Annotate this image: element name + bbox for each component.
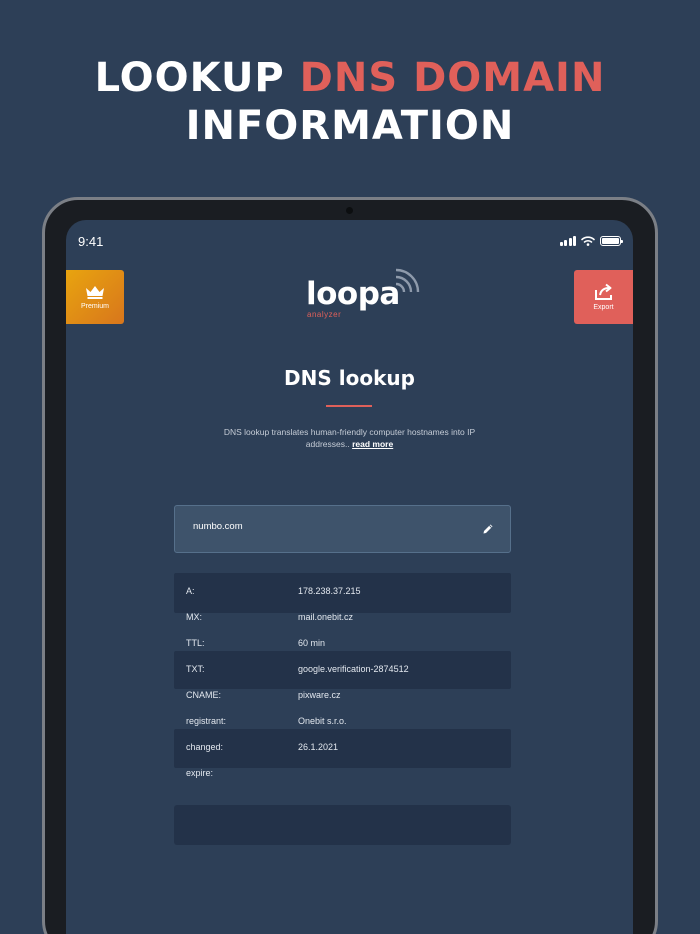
premium-button[interactable]: Premium [66,270,124,324]
description-text: DNS lookup translates human-friendly com… [223,427,476,449]
record-value: pixware.cz [298,690,341,700]
page-title: DNS lookup [284,366,415,390]
record-value: 60 min [298,638,326,648]
app-screen: 9:41 Premium Export loopa analyzer DNS l… [66,220,633,934]
share-icon [594,283,612,300]
record-row-registrant: registrant: Onebit s.r.o. [174,703,511,729]
battery-icon [600,236,623,246]
domain-value: numbo.com [193,521,243,532]
export-label: Export [593,304,614,311]
logo: loopa analyzer [306,268,426,326]
headline-line-2: INFORMATION [185,103,515,149]
status-icons [559,236,623,246]
record-key: MX: [186,612,203,622]
empty-record-bar [174,805,511,845]
headline-accent: DNS DOMAIN [299,55,606,101]
record-row-expire: expire: [174,755,511,781]
title-underline [326,405,372,407]
record-key: registrant: [186,716,227,726]
camera-dot [346,207,353,214]
record-key: CNAME: [186,690,222,700]
record-value: 178.238.37.215 [298,586,361,596]
logo-wordmark: loopa [306,276,400,312]
record-value: 26.1.2021 [298,742,339,752]
page-description: DNS lookup translates human-friendly com… [206,426,493,450]
record-key: TXT: [186,664,205,674]
crown-icon [86,286,104,299]
logo-subtitle: analyzer [307,310,342,319]
headline: LOOKUP DNS DOMAIN INFORMATION [0,54,700,150]
record-key: changed: [186,742,224,752]
export-button[interactable]: Export [574,270,633,324]
record-row-ttl: TTL: 60 min [174,625,511,651]
headline-text: LOOKUP [94,55,300,101]
pencil-icon[interactable] [482,523,494,535]
record-value: mail.onebit.cz [298,612,354,622]
premium-label: Premium [80,303,109,310]
status-time: 9:41 [78,234,104,249]
record-row-cname: CNAME: pixware.cz [174,677,511,703]
record-value: Onebit s.r.o. [298,716,347,726]
record-key: expire: [186,768,214,778]
wifi-icon [581,236,595,246]
record-row-mx: MX: mail.onebit.cz [174,599,511,625]
signal-waves-icon [395,268,420,293]
record-value: google.verification-2874512 [298,664,409,674]
dns-records-table: A: 178.238.37.215 MX: mail.onebit.cz TTL… [174,573,511,781]
headline-line-1: LOOKUP DNS DOMAIN [0,54,700,102]
read-more-link[interactable]: read more [352,439,393,449]
record-key: TTL: [186,638,205,648]
domain-input[interactable]: numbo.com [174,505,511,553]
record-key: A: [186,586,195,596]
signal-icon [559,236,576,246]
